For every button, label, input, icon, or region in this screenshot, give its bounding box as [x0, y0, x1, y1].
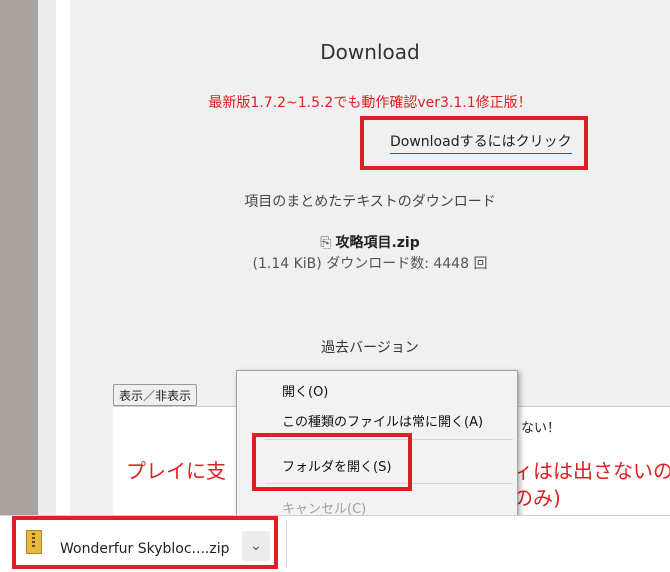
version-notice: 最新版1.7.2~1.5.2でも動作確認ver3.1.1修正版！: [208, 95, 532, 111]
context-menu: 開く(O) この種類のファイルは常に開く(A) フォルダを開く(S) キャンセル…: [236, 370, 518, 524]
menu-item-open[interactable]: 開く(O): [282, 381, 328, 400]
browser-gutter: [0, 0, 38, 515]
info-text-top: ない！: [521, 421, 561, 436]
menu-item-always-open[interactable]: この種類のファイルは常に開く(A): [282, 411, 483, 430]
page-title: Download: [320, 40, 420, 64]
summary-text: 項目のまとめたテキストのダウンロード: [244, 194, 496, 210]
page-margin: [38, 0, 56, 515]
download-bar-divider: [286, 520, 287, 568]
attachment-meta: (1.14 KiB) ダウンロード数: 4448 回: [252, 256, 488, 272]
zip-file-icon: [26, 530, 42, 554]
info-text-right-2: のみ): [513, 486, 561, 510]
menu-item-open-folder[interactable]: フォルダを開く(S): [282, 456, 391, 475]
info-text-left: プレイに支: [126, 459, 226, 483]
menu-separator: [265, 483, 513, 484]
menu-separator: [265, 439, 513, 440]
attachment-file[interactable]: ⎘ 攻略項目.zip: [70, 232, 670, 252]
download-item[interactable]: Wonderfur Skybloc....zip: [14, 520, 240, 564]
attachment-name[interactable]: 攻略項目.zip: [335, 235, 419, 251]
info-text-right-1: ィはは出さないの: [513, 459, 670, 483]
download-bar: Wonderfur Skybloc....zip ⌄: [0, 515, 670, 572]
download-file-name[interactable]: Wonderfur Skybloc....zip: [60, 541, 229, 557]
toggle-visibility-button[interactable]: 表示／非表示: [113, 384, 197, 406]
download-link[interactable]: Downloadするにはクリック: [390, 131, 572, 154]
paperclip-icon: ⎘: [320, 235, 332, 251]
page-margin-inner: [56, 0, 70, 515]
past-versions-heading: 過去バージョン: [321, 340, 419, 356]
chevron-down-icon[interactable]: ⌄: [242, 531, 270, 561]
